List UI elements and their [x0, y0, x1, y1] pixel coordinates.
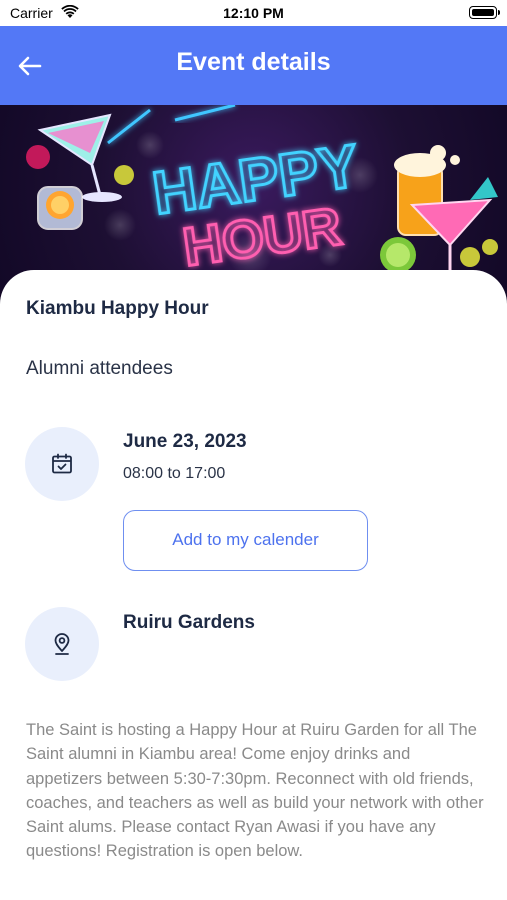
event-details-card: Kiambu Happy Hour Alumni attendees June … [0, 270, 507, 900]
status-time: 12:10 PM [223, 5, 284, 21]
location-icon-badge [25, 607, 99, 681]
add-to-calendar-button[interactable]: Add to my calender [123, 510, 368, 571]
event-name: Kiambu Happy Hour [26, 298, 209, 319]
page-title: Event details [176, 48, 331, 76]
calendar-icon-badge [25, 427, 99, 501]
event-venue: Ruiru Gardens [123, 612, 255, 633]
add-to-calendar-label: Add to my calender [172, 530, 319, 549]
calendar-check-icon [52, 453, 72, 474]
app-header: Event details [0, 26, 507, 105]
battery-icon [469, 6, 500, 19]
event-audience: Alumni attendees [26, 358, 173, 379]
status-bar: Carrier 12:10 PM [0, 0, 507, 26]
event-date: June 23, 2023 [123, 431, 247, 452]
event-time: 08:00 to 17:00 [123, 465, 226, 482]
location-pin-icon [54, 633, 70, 655]
event-description: The Saint is hosting a Happy Hour at Rui… [26, 721, 484, 861]
